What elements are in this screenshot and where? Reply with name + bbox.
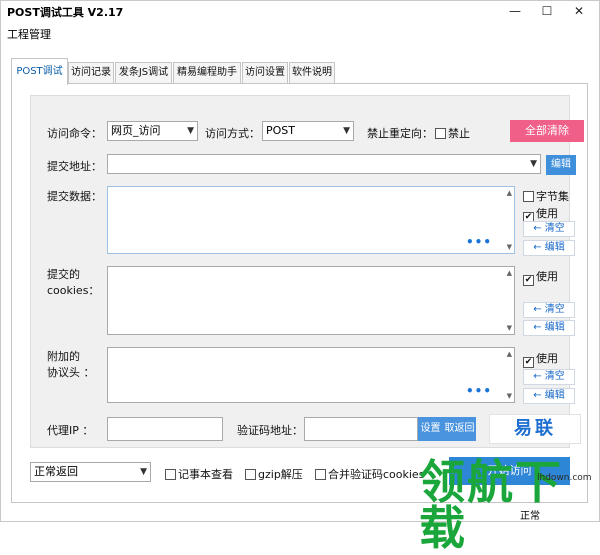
use-cookies-checkbox[interactable]: ✔ 使用 <box>523 268 558 286</box>
menu-bar: 工程管理 <box>1 23 599 41</box>
method-select[interactable]: POST ▼ <box>262 121 354 141</box>
checkbox-box <box>245 469 256 480</box>
post-debug-panel: 访问命令： 网页_访问 ▼ 访问方式： POST ▼ 禁止重定向： 禁止 全部清… <box>11 83 588 503</box>
clear-headers-link[interactable]: ← 清空 <box>523 369 575 385</box>
scroll-up-icon[interactable]: ▲ <box>507 350 512 358</box>
yilian-logo: 易联 <box>489 414 581 444</box>
menu-project[interactable]: 工程管理 <box>7 26 51 42</box>
title-bar: POST调试工具 V2.17 — ☐ ✕ <box>1 1 599 23</box>
return-mode-value: 正常返回 <box>34 465 78 478</box>
proxy-input[interactable] <box>107 417 223 441</box>
set-captcha-button[interactable]: 设置 <box>418 417 443 441</box>
return-mode-select[interactable]: 正常返回 ▼ <box>30 462 151 482</box>
window-title: POST调试工具 V2.17 <box>7 6 124 19</box>
more-icon[interactable]: ••• <box>466 384 492 398</box>
fetch-captcha-button[interactable]: 取返回 <box>443 417 476 441</box>
close-button[interactable]: ✕ <box>563 1 595 21</box>
clear-cookies-link[interactable]: ← 清空 <box>523 302 575 318</box>
headers-label-line1: 附加的 <box>47 350 80 363</box>
scroll-down-icon[interactable]: ▼ <box>507 243 512 251</box>
chevron-down-icon: ▼ <box>530 159 537 169</box>
cookies-label-line2: cookies： <box>47 284 100 297</box>
tab-post-debug[interactable]: POST调试 <box>11 58 68 85</box>
tab-software-info[interactable]: 软件说明 <box>289 62 335 84</box>
checkbox-label: 使用 <box>536 207 558 220</box>
scroll-down-icon[interactable]: ▼ <box>507 392 512 400</box>
chevron-down-icon: ▼ <box>140 467 147 477</box>
checkbox-box <box>315 469 326 480</box>
command-select-value: 网页_访问 <box>111 124 161 137</box>
use-headers-checkbox[interactable]: ✔ 使用 <box>523 350 558 368</box>
proxy-label: 代理IP ： <box>47 424 94 437</box>
more-icon[interactable]: ••• <box>466 235 492 249</box>
url-label: 提交地址： <box>47 160 102 173</box>
chevron-down-icon: ▼ <box>343 126 350 136</box>
checkbox-label: 合并验证码cookies <box>328 468 425 481</box>
redirect-label: 禁止重定向： <box>367 127 433 140</box>
headers-label-line2: 协议头 ： <box>47 366 95 379</box>
cookies-label-line1: 提交的 <box>47 268 80 281</box>
clear-all-button[interactable]: 全部清除 <box>510 120 584 142</box>
bytes-checkbox[interactable]: 字节集 <box>523 188 569 204</box>
captcha-label: 验证码地址： <box>237 424 303 437</box>
checkbox-label: 使用 <box>536 352 558 365</box>
method-label: 访问方式： <box>205 127 260 140</box>
checkbox-box <box>165 469 176 480</box>
checkbox-label: gzip解压 <box>258 468 303 481</box>
forbid-redirect-checkbox[interactable]: 禁止 <box>435 125 470 141</box>
cookies-textarea[interactable]: ▲ ▼ <box>107 266 515 335</box>
tab-access-log[interactable]: 访问记录 <box>68 62 114 84</box>
check-icon: ✔ <box>523 275 534 286</box>
url-input[interactable]: ▼ <box>107 154 541 174</box>
status-text: 正常 <box>520 511 540 522</box>
notepad-checkbox[interactable]: 记事本查看 <box>165 466 233 482</box>
checkbox-label: 使用 <box>536 270 558 283</box>
checkbox-label: 记事本查看 <box>178 468 233 481</box>
checkbox-label: 字节集 <box>536 190 569 203</box>
scroll-down-icon[interactable]: ▼ <box>507 324 512 332</box>
checkbox-box <box>435 128 446 139</box>
edit-url-button[interactable]: 编辑 <box>546 155 576 175</box>
tab-programming-helper[interactable]: 精易编程助手 <box>173 62 241 84</box>
headers-textarea[interactable]: ▲ ▼ ••• <box>107 347 515 403</box>
tab-js-debug[interactable]: 发条JS调试 <box>115 62 172 84</box>
data-label: 提交数据： <box>47 190 102 203</box>
request-group: 访问命令： 网页_访问 ▼ 访问方式： POST ▼ 禁止重定向： 禁止 全部清… <box>30 95 584 448</box>
merge-cookies-checkbox[interactable]: 合并验证码cookies <box>315 466 424 482</box>
edit-data-link[interactable]: ← 编辑 <box>523 240 575 256</box>
app-window: POST调试工具 V2.17 — ☐ ✕ 工程管理 POST调试 访问记录 发条… <box>0 0 600 551</box>
checkbox-label: 禁止 <box>448 127 470 140</box>
edit-headers-link[interactable]: ← 编辑 <box>523 388 575 404</box>
clear-data-link[interactable]: ← 清空 <box>523 221 575 237</box>
data-textarea[interactable]: ▲ ▼ ••• <box>107 186 515 254</box>
watermark-site: lhdown.com <box>537 473 592 483</box>
edit-cookies-link[interactable]: ← 编辑 <box>523 320 575 336</box>
command-label: 访问命令： <box>47 127 102 140</box>
command-select[interactable]: 网页_访问 ▼ <box>107 121 198 141</box>
scroll-up-icon[interactable]: ▲ <box>507 269 512 277</box>
chevron-down-icon: ▼ <box>187 126 194 136</box>
check-icon: ✔ <box>523 357 534 368</box>
checkbox-box <box>523 191 534 202</box>
minimize-button[interactable]: — <box>499 1 531 21</box>
captcha-input[interactable] <box>304 417 418 441</box>
gzip-checkbox[interactable]: gzip解压 <box>245 466 303 482</box>
scroll-up-icon[interactable]: ▲ <box>507 189 512 197</box>
tab-access-settings[interactable]: 访问设置 <box>242 62 288 84</box>
maximize-button[interactable]: ☐ <box>531 1 563 21</box>
method-select-value: POST <box>266 124 295 137</box>
